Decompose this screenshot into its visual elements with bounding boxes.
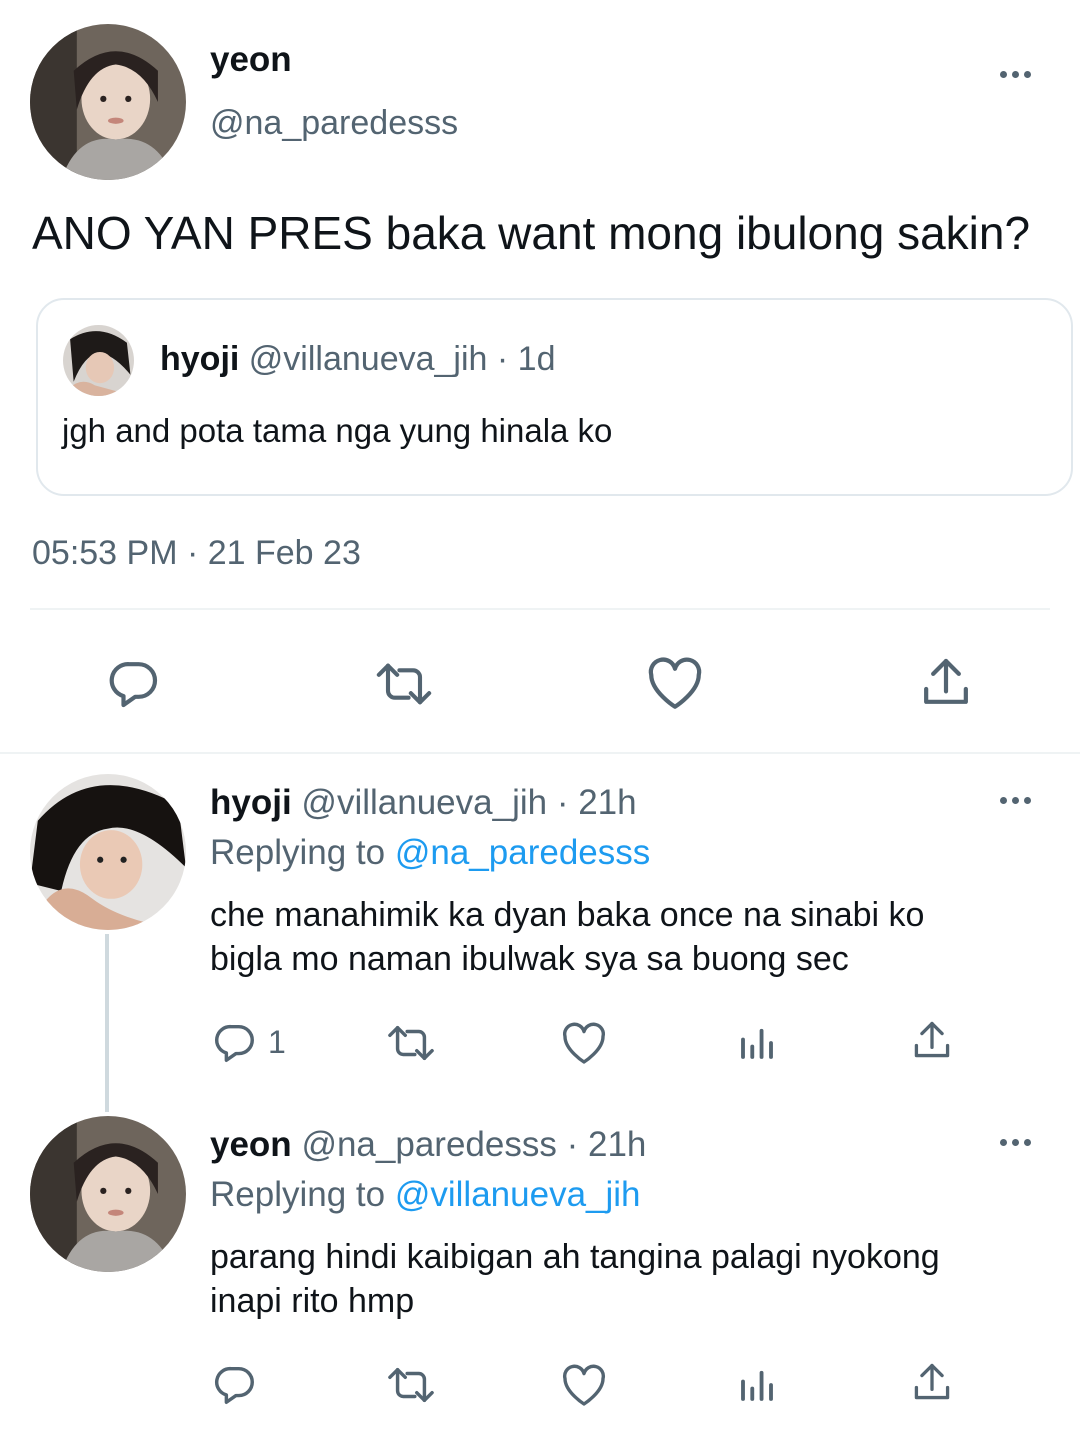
views-icon[interactable] [736,1364,778,1406]
more-options-icon[interactable] [1000,797,1031,804]
retweet-icon[interactable] [384,1362,438,1408]
divider [30,608,1050,610]
reply-author-handle[interactable]: @villanueva_jih [301,783,547,822]
reply-time: · 21h [566,1125,647,1164]
views-icon[interactable] [736,1022,778,1064]
replying-to-line: Replying to @villanueva_jih [210,1175,641,1215]
reply-count: 1 [268,1024,286,1060]
quoted-author-avatar [63,325,134,396]
more-options-icon[interactable] [1000,1139,1031,1146]
replying-to-label: Replying to [210,833,386,872]
reply-text-line: inapi rito hmp [210,1282,415,1320]
replying-to-link[interactable]: @villanueva_jih [395,1175,641,1214]
heart-icon[interactable] [560,1020,608,1066]
reply-author-name[interactable]: yeon [210,1125,292,1164]
thread-line [105,934,109,1112]
share-icon[interactable] [910,1018,954,1062]
reply-icon[interactable] [106,656,162,712]
reply-author-handle[interactable]: @na_paredesss [301,1125,556,1164]
section-divider [0,752,1080,754]
reply-author-name[interactable]: hyoji [210,783,292,822]
quoted-tweet-card[interactable] [36,298,1073,496]
reply-author-avatar[interactable] [30,1116,186,1272]
heart-icon[interactable] [560,1362,608,1408]
reply-author-avatar[interactable] [30,774,186,930]
reply-icon[interactable] [212,1362,258,1408]
reply-text-line: che manahimik ka dyan baka once na sinab… [210,896,925,934]
quoted-author-name[interactable]: hyoji [160,340,239,378]
replying-to-link[interactable]: @na_paredesss [395,833,650,872]
quoted-tweet-text: jgh and pota tama nga yung hinala ko [62,412,613,449]
tweet-timestamp[interactable]: 05:53 PM · 21 Feb 23 [32,534,361,573]
main-author-handle[interactable]: @na_paredesss [210,104,458,143]
main-author-avatar[interactable] [30,24,186,180]
main-author-name[interactable]: yeon [210,40,292,80]
quoted-tweet-time: · 1d [496,340,556,378]
quoted-author-handle[interactable]: @villanueva_jih [249,340,488,378]
share-icon[interactable] [910,1360,954,1404]
reply-icon[interactable] [212,1020,258,1066]
reply-time: · 21h [556,783,637,822]
more-options-icon[interactable] [1000,71,1031,78]
reply-text-line: parang hindi kaibigan ah tangina palagi … [210,1238,940,1276]
main-tweet-text: ANO YAN PRES baka want mong ibulong saki… [32,207,1031,259]
replying-to-label: Replying to [210,1175,386,1214]
heart-icon[interactable] [645,655,705,711]
reply-header: hyoji @villanueva_jih · 21h [210,783,637,823]
quoted-tweet-header: hyoji @villanueva_jih · 1d [160,340,556,379]
retweet-icon[interactable] [384,1020,438,1066]
replying-to-line: Replying to @na_paredesss [210,833,650,873]
share-icon[interactable] [918,654,974,710]
reply-header: yeon @na_paredesss · 21h [210,1125,646,1165]
retweet-icon[interactable] [372,656,436,712]
reply-text-line: bigla mo naman ibulwak sya sa buong sec [210,940,849,978]
